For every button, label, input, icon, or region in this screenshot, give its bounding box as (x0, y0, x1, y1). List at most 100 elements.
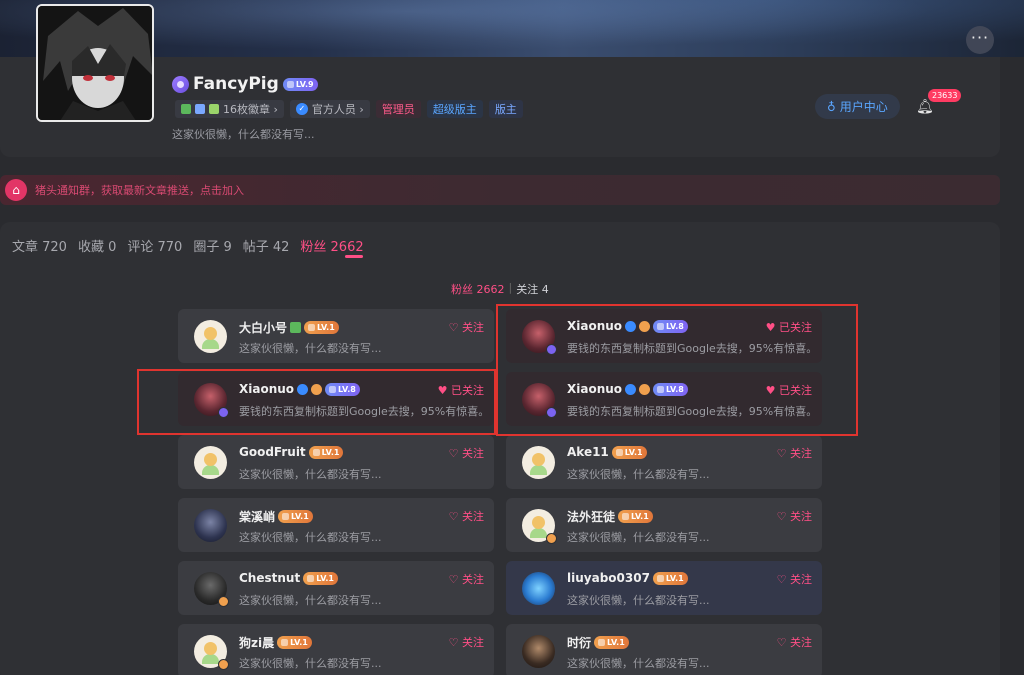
user-name[interactable]: GoodFruit (239, 445, 306, 459)
notification-count-badge: 23633 (928, 89, 962, 102)
follow-button[interactable]: ♡ 关注 (449, 571, 484, 587)
follow-button[interactable]: ♡ 关注 (777, 508, 812, 524)
user-card[interactable]: 时衍 LV.1 这家伙很懒，什么都没有写... ♡ 关注 (506, 624, 822, 675)
user-name[interactable]: Xiaonuo (567, 319, 622, 333)
user-card[interactable]: 法外狂徒 LV.1 这家伙很懒，什么都没有写... ♡ 关注 (506, 498, 822, 552)
user-bio: 这家伙很懒，什么都没有写... (239, 342, 382, 355)
official-staff-label: 官方人员 › (311, 103, 364, 116)
subtab-separator: | (508, 281, 513, 294)
user-bio: 这家伙很懒，什么都没有写... (239, 531, 382, 544)
user-avatar[interactable] (194, 320, 227, 353)
user-bio: 要钱的东西复制标题到Google去搜，95%有惊喜。 (567, 405, 818, 418)
user-name[interactable]: 时衍 (567, 634, 591, 651)
user-name-row: Xiaonuo LV.8 (567, 382, 688, 396)
user-name[interactable]: 狗zi晨 (239, 634, 274, 651)
level-badge: LV.1 (594, 636, 629, 649)
user-card[interactable]: Xiaonuo LV.8 要钱的东西复制标题到Google去搜，95%有惊喜。 … (506, 309, 822, 363)
user-card[interactable]: GoodFruit LV.1 这家伙很懒，什么都没有写... ♡ 关注 (178, 435, 494, 489)
level-text: LV.1 (290, 638, 308, 647)
medal-icon (209, 104, 219, 114)
level-text: LV.1 (607, 638, 625, 647)
badge-collection-label: 16枚徽章 › (223, 103, 278, 116)
notice-bar[interactable]: ⌂ 猪头通知群，获取最新文章推送，点击加入 (0, 175, 1000, 205)
follow-button[interactable]: ♡ 关注 (449, 508, 484, 524)
user-card[interactable]: Xiaonuo LV.8 要钱的东西复制标题到Google去搜，95%有惊喜。 … (506, 372, 822, 426)
tab-favorites[interactable]: 收藏 0 (78, 236, 116, 255)
tab-articles[interactable]: 文章 720 (12, 236, 67, 255)
user-name[interactable]: Chestnut (239, 571, 300, 585)
user-card[interactable]: liuyabo0307 LV.1 这家伙很懒，什么都没有写... ♡ 关注 (506, 561, 822, 615)
user-card[interactable]: 大白小号 LV.1 这家伙很懒，什么都没有写... ♡ 关注 (178, 309, 494, 363)
level-text: LV.8 (666, 384, 684, 394)
user-card[interactable]: 棠溪峭 LV.1 这家伙很懒，什么都没有写... ♡ 关注 (178, 498, 494, 552)
user-name[interactable]: Ake11 (567, 445, 609, 459)
role-admin-badge: 管理员 (375, 100, 421, 118)
followed-button[interactable]: ♥ 已关注 (766, 319, 812, 335)
avatar-badge-icon (546, 344, 557, 355)
fans-follow-subtabs: 粉丝 2662 | 关注 4 (451, 281, 549, 297)
subtab-follow[interactable]: 关注 4 (516, 281, 549, 297)
user-name[interactable]: 法外狂徒 (567, 508, 615, 525)
user-center-button[interactable]: ♁ 用户中心 (815, 94, 900, 119)
user-card[interactable]: 狗zi晨 LV.1 这家伙很懒，什么都没有写... ♡ 关注 (178, 624, 494, 675)
level-badge: LV.1 (278, 510, 313, 523)
avatar-badge-icon (546, 407, 557, 418)
tab-comments[interactable]: 评论 770 (127, 236, 182, 255)
level-text: LV.1 (665, 573, 684, 583)
follow-button[interactable]: ♡ 关注 (449, 319, 484, 335)
user-name-row: 时衍 LV.1 (567, 634, 629, 651)
follow-button[interactable]: ♡ 关注 (777, 571, 812, 587)
user-bio: 这家伙很懒，什么都没有写... (567, 594, 710, 607)
user-bio: 这家伙很懒，什么都没有写... (239, 594, 382, 607)
user-name[interactable]: 大白小号 (239, 319, 287, 336)
user-center-icon: ♁ (827, 99, 836, 114)
user-avatar[interactable] (522, 572, 555, 605)
follow-button[interactable]: ♡ 关注 (449, 634, 484, 650)
user-bio: 要钱的东西复制标题到Google去搜，95%有惊喜。 (239, 405, 490, 418)
follow-button[interactable]: ♡ 关注 (777, 445, 812, 461)
level-badge: LV.1 (652, 571, 688, 585)
user-avatar[interactable] (522, 446, 555, 479)
role-moderator-badge: 版主 (488, 100, 523, 118)
level-badge: LV.9 (282, 77, 318, 91)
user-avatar[interactable] (194, 509, 227, 542)
tab-fans[interactable]: 粉丝 2662 (300, 236, 363, 255)
verified-icon (297, 383, 309, 395)
user-bio: 要钱的东西复制标题到Google去搜，95%有惊喜。 (567, 342, 818, 355)
tab-posts[interactable]: 帖子 42 (243, 236, 290, 255)
role-super-moderator-badge: 超级版主 (426, 100, 483, 118)
level-badge: LV.1 (277, 636, 312, 649)
user-card[interactable]: Chestnut LV.1 这家伙很懒，什么都没有写... ♡ 关注 (178, 561, 494, 615)
avatar-badge-icon (546, 533, 557, 544)
subtab-fans[interactable]: 粉丝 2662 (451, 281, 505, 297)
followed-button[interactable]: ♥ 已关注 (766, 382, 812, 398)
profile-name-row: FancyPig LV.9 (172, 74, 318, 94)
user-avatar[interactable] (194, 446, 227, 479)
badge-collection-chip[interactable]: 16枚徽章 › (175, 100, 284, 118)
tab-circles[interactable]: 圈子 9 (193, 236, 231, 255)
user-name[interactable]: liuyabo0307 (567, 571, 650, 585)
level-text: LV.1 (624, 447, 643, 457)
profile-tabs: 文章 720 收藏 0 评论 770 圈子 9 帖子 42 粉丝 2662 (12, 236, 364, 255)
user-card[interactable]: Xiaonuo LV.8 要钱的东西复制标题到Google去搜，95%有惊喜。 … (178, 372, 494, 426)
medal-icon (181, 104, 191, 114)
follow-button[interactable]: ♡ 关注 (449, 445, 484, 461)
follow-button[interactable]: ♡ 关注 (777, 634, 812, 650)
user-name[interactable]: 棠溪峭 (239, 508, 275, 525)
user-name[interactable]: Xiaonuo (239, 382, 294, 396)
medal-icon (290, 322, 302, 333)
user-bio: 这家伙很懒，什么都没有写... (239, 468, 382, 481)
level-badge: LV.1 (618, 510, 653, 523)
profile-avatar[interactable] (36, 4, 154, 122)
user-name[interactable]: Xiaonuo (567, 382, 622, 396)
followed-button[interactable]: ♥ 已关注 (438, 382, 484, 398)
official-staff-chip[interactable]: ✓ 官方人员 › (289, 100, 370, 118)
more-options-button[interactable]: ··· (966, 26, 994, 54)
level-text: LV.1 (631, 512, 649, 521)
avatar-badge-icon (218, 596, 229, 607)
user-name-row: Xiaonuo LV.8 (239, 382, 360, 396)
user-avatar[interactable] (522, 635, 555, 668)
notice-text: 猪头通知群，获取最新文章推送，点击加入 (35, 184, 244, 197)
profile-username[interactable]: FancyPig (193, 74, 279, 94)
user-card[interactable]: Ake11 LV.1 这家伙很懒，什么都没有写... ♡ 关注 (506, 435, 822, 489)
